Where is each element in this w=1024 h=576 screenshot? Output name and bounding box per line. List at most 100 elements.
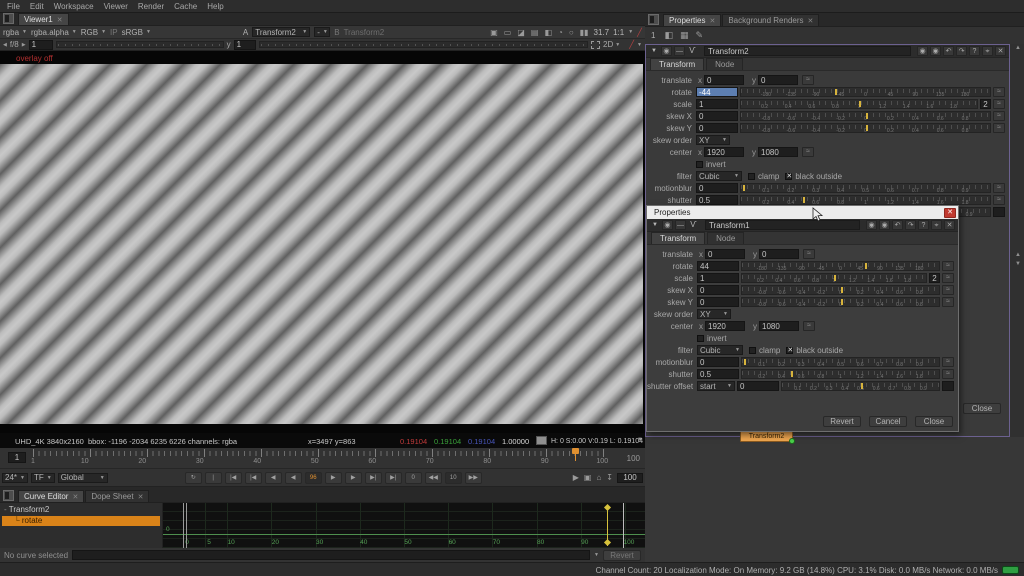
menu-help[interactable]: Help <box>202 2 228 11</box>
tab-viewer1[interactable]: Viewer1✕ <box>18 13 69 25</box>
step-back-icon[interactable]: ◀ <box>285 472 302 484</box>
animation-curve-icon[interactable]: ≈ <box>803 249 815 259</box>
roi-icon[interactable]: ◧ <box>543 28 553 37</box>
info-expand-icon[interactable]: ▼ <box>637 437 643 443</box>
filter-select[interactable]: Cubic▼ <box>696 171 742 181</box>
tab-transform[interactable]: Transform <box>651 232 705 244</box>
lut-select[interactable]: sRGB▼ <box>122 28 151 37</box>
scroll-up-icon2[interactable]: ▲ <box>1015 252 1021 258</box>
input-process-toggle[interactable]: IP <box>110 28 118 37</box>
close-icon[interactable]: ✕ <box>57 16 63 24</box>
slider-handle[interactable] <box>861 383 863 389</box>
invert-checkbox[interactable] <box>696 161 703 168</box>
range-select[interactable]: Global▼ <box>58 473 108 483</box>
float-window-titlebar[interactable]: Properties ✕ <box>647 206 958 219</box>
skew-x-slider[interactable]: -0.8-0.6-0.4-0.200.20.40.60.8 <box>741 285 940 295</box>
pane-menu-icon[interactable] <box>3 490 14 501</box>
center-node-icon[interactable]: ⌖ <box>982 46 993 56</box>
animation-curve-icon[interactable]: ≈ <box>942 297 954 307</box>
play-backward-icon[interactable]: ◀ <box>265 472 282 484</box>
gamma-icon[interactable]: ▭ <box>503 28 513 37</box>
scale-dimensions-toggle[interactable]: 2 <box>980 99 991 109</box>
shutter-offset-field[interactable]: 0 <box>737 381 779 391</box>
current-frame-field[interactable]: 96 <box>305 472 322 484</box>
gamma-slider[interactable] <box>259 41 588 48</box>
redo-icon[interactable]: ↷ <box>905 220 916 230</box>
next-icon[interactable]: ▶ <box>22 42 26 48</box>
flipbook-icon[interactable]: ▶ <box>572 473 580 482</box>
center-y-field[interactable]: 1080 <box>759 321 799 331</box>
slider-handle[interactable] <box>791 371 793 377</box>
skew-y-slider[interactable]: -0.8-0.6-0.4-0.200.20.40.60.8 <box>741 297 940 307</box>
checker-icon[interactable]: ▤ <box>530 28 540 37</box>
frame-lock-icon[interactable]: | <box>205 472 222 484</box>
expression-input[interactable] <box>72 550 590 560</box>
slider-handle[interactable] <box>866 113 868 119</box>
collapse-icon[interactable]: ▼ <box>650 222 660 228</box>
menu-render[interactable]: Render <box>133 2 169 11</box>
close-icon[interactable]: ✕ <box>138 493 144 501</box>
animation-curve-icon[interactable]: ≈ <box>942 285 954 295</box>
curve-tree-node[interactable]: - Transform2 <box>4 505 49 514</box>
gain-icon[interactable]: ▣ <box>489 28 499 37</box>
lock-range-icon[interactable]: ⌂ <box>595 473 602 482</box>
tab-node[interactable]: Node <box>707 232 744 244</box>
close-icon[interactable]: ✕ <box>808 17 814 25</box>
clamp-checkbox[interactable] <box>748 173 755 180</box>
tab-node[interactable]: Node <box>706 58 743 70</box>
animation-curve-icon[interactable]: ≈ <box>993 87 1005 97</box>
slider-handle[interactable] <box>744 359 746 365</box>
black-outside-checkbox[interactable]: ✕ <box>785 173 792 180</box>
animation-curve-icon[interactable]: ≈ <box>993 183 1005 193</box>
shutter-field[interactable]: 0.5 <box>697 369 739 379</box>
skew-x-slider[interactable]: -0.8-0.6-0.4-0.200.20.40.60.8 <box>740 111 991 121</box>
skew-order-select[interactable]: XY▼ <box>696 135 730 145</box>
motionblur-slider[interactable]: 0.10.20.30.40.50.60.70.80.9 <box>740 183 991 193</box>
animation-curve-icon[interactable]: ≈ <box>942 369 954 379</box>
fps-select[interactable]: 24*▼ <box>2 473 28 483</box>
shutter-offset-slider[interactable]: 0.10.20.30.40.50.60.70.80.9 <box>781 381 940 391</box>
prev-icon[interactable]: ◀ <box>3 42 7 48</box>
node-transform2[interactable]: Transform2 <box>740 431 793 442</box>
menu-file[interactable]: File <box>2 2 25 11</box>
wipe-icon[interactable]: ◪ <box>516 28 526 37</box>
scale-field[interactable]: 1 <box>696 99 738 109</box>
channels-icon[interactable]: ◉ <box>662 220 673 230</box>
transform2-title-field[interactable]: Transform2 <box>704 46 911 56</box>
tab-transform[interactable]: Transform <box>650 58 704 70</box>
goto-end-icon[interactable]: ▶| <box>385 472 402 484</box>
fit-range-icon[interactable]: ↧ <box>605 473 614 482</box>
animation-curve-icon[interactable]: ≈ <box>942 273 954 283</box>
lock-panels-icon[interactable]: ◧ <box>664 30 673 41</box>
jump-forward-icon[interactable]: ▶▶ <box>465 472 482 484</box>
center-node-icon[interactable]: ⌖ <box>931 220 942 230</box>
pointer-icon[interactable]: ╱ <box>629 40 634 49</box>
b-input-select[interactable]: Transform2 <box>344 28 385 37</box>
animation-curve-icon[interactable]: ≈ <box>993 195 1005 205</box>
slider-handle[interactable] <box>743 185 745 191</box>
slider-handle[interactable] <box>835 89 837 95</box>
play-forward-icon[interactable]: ▶ <box>345 472 362 484</box>
edit-icon[interactable]: ✎ <box>695 30 703 41</box>
menu-viewer[interactable]: Viewer <box>99 2 133 11</box>
clear-panels-icon[interactable]: ▦ <box>680 30 689 41</box>
region-icon[interactable] <box>591 41 600 49</box>
tab-background-renders[interactable]: Background Renders✕ <box>722 14 819 26</box>
shutter-offset-select[interactable]: start▼ <box>697 381 735 391</box>
shutter-field[interactable]: 0.5 <box>696 195 738 205</box>
channels-icon[interactable]: ◉ <box>661 46 672 56</box>
slider-handle[interactable] <box>866 125 868 131</box>
skew-y-slider[interactable]: -0.8-0.6-0.4-0.200.20.40.60.8 <box>740 123 991 133</box>
motionblur-field[interactable]: 0 <box>696 183 738 193</box>
center-x-field[interactable]: 1920 <box>704 147 744 157</box>
slider-handle[interactable] <box>841 287 843 293</box>
prev-keyframe-icon[interactable]: |◀ <box>245 472 262 484</box>
node-color-icon[interactable]: Ѵ <box>687 46 698 56</box>
close-window-button[interactable]: ✕ <box>944 208 956 218</box>
skew-y-field[interactable]: 0 <box>697 297 739 307</box>
hide-input-icon[interactable]: — <box>674 46 685 56</box>
pane-menu-icon[interactable] <box>3 13 14 24</box>
render-icon[interactable]: ▣ <box>583 473 593 482</box>
rotate-field[interactable]: 44 <box>697 261 739 271</box>
close-panel-icon[interactable]: ✕ <box>995 46 1006 56</box>
